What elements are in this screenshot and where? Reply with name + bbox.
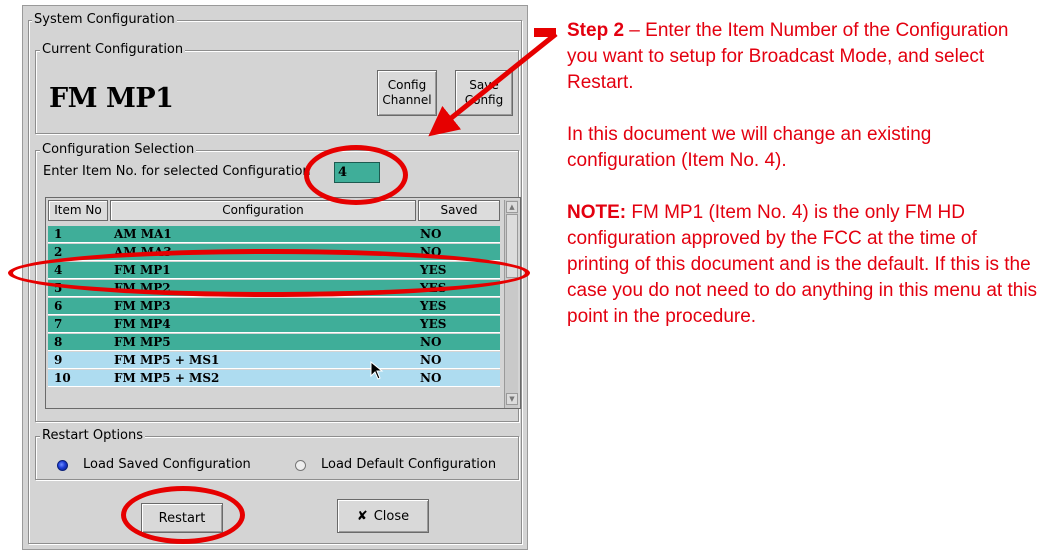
load-saved-label: Load Saved Configuration bbox=[83, 457, 251, 472]
column-header-saved[interactable]: Saved bbox=[418, 200, 500, 221]
row-item-no: 4 bbox=[54, 263, 63, 277]
table-scrollbar[interactable]: ▲ ▼ bbox=[504, 200, 518, 408]
row-saved: NO bbox=[420, 371, 442, 385]
load-saved-radio[interactable] bbox=[57, 460, 68, 471]
scroll-down-icon[interactable]: ▼ bbox=[506, 393, 518, 405]
system-configuration-dialog: System Configuration Current Configurati… bbox=[22, 5, 528, 550]
configuration-selection-legend: Configuration Selection bbox=[40, 142, 197, 158]
row-configuration: FM MP3 bbox=[114, 299, 171, 313]
row-configuration: FM MP5 + MS2 bbox=[114, 371, 220, 385]
load-default-label: Load Default Configuration bbox=[321, 457, 497, 472]
save-config-button[interactable]: Save Config bbox=[455, 70, 513, 116]
row-configuration: FM MP5 + MS1 bbox=[114, 353, 220, 367]
row-saved: YES bbox=[420, 281, 447, 295]
save-config-label-1: Save bbox=[469, 78, 499, 92]
item-number-field[interactable]: 4 bbox=[334, 162, 380, 183]
table-row[interactable]: 9 FM MP5 + MS1 NO bbox=[48, 352, 500, 369]
row-configuration: FM MP1 bbox=[114, 263, 171, 277]
arrow-tail bbox=[534, 28, 556, 37]
close-label: Close bbox=[373, 508, 410, 524]
row-configuration: AM MA3 bbox=[114, 245, 172, 259]
step-text: – Enter the Item Number of the Configura… bbox=[567, 20, 1009, 93]
table-row[interactable]: 2 AM MA3 NO bbox=[48, 244, 500, 261]
note-label: NOTE: bbox=[567, 202, 627, 223]
note-text: FM MP1 (Item No. 4) is the only FM HD co… bbox=[567, 202, 1038, 327]
instructions-text: Step 2 – Enter the Item Number of the Co… bbox=[567, 18, 1042, 356]
mouse-cursor-icon bbox=[370, 361, 384, 380]
row-item-no: 9 bbox=[54, 353, 63, 367]
row-item-no: 2 bbox=[54, 245, 63, 259]
close-icon: ✘ bbox=[356, 508, 368, 524]
enter-item-label: Enter Item No. for selected Configuratio… bbox=[43, 164, 311, 179]
table-row[interactable]: 1 AM MA1 NO bbox=[48, 226, 500, 243]
row-item-no: 6 bbox=[54, 299, 63, 313]
row-item-no: 10 bbox=[54, 371, 71, 385]
restart-button[interactable]: Restart bbox=[141, 503, 223, 533]
row-saved: NO bbox=[420, 335, 442, 349]
configuration-table: Item No Configuration Saved 1 AM MA1 NO 2 AM… bbox=[45, 197, 521, 409]
restart-options-legend: Restart Options bbox=[40, 428, 146, 444]
change-paragraph: In this document we will change an exist… bbox=[567, 124, 932, 171]
table-row[interactable]: 7 FM MP4 YES bbox=[48, 316, 500, 333]
row-saved: NO bbox=[420, 353, 442, 367]
row-configuration: FM MP5 bbox=[114, 335, 171, 349]
table-row[interactable]: 6 FM MP3 YES bbox=[48, 298, 500, 315]
step-paragraph: Step 2 – Enter the Item Number of the Co… bbox=[567, 18, 1042, 96]
restart-label: Restart bbox=[158, 510, 206, 526]
column-header-item-no[interactable]: Item No bbox=[48, 200, 108, 221]
table-row[interactable]: 8 FM MP5 NO bbox=[48, 334, 500, 351]
table-row[interactable]: 5 FM MP2 YES bbox=[48, 280, 500, 297]
current-configuration-legend: Current Configuration bbox=[40, 42, 186, 58]
row-saved: YES bbox=[420, 317, 447, 331]
row-item-no: 1 bbox=[54, 227, 63, 241]
scroll-up-icon[interactable]: ▲ bbox=[506, 201, 518, 213]
table-row[interactable]: 10 FM MP5 + MS2 NO bbox=[48, 370, 500, 387]
save-config-label-2: Config bbox=[464, 93, 504, 107]
system-configuration-legend: System Configuration bbox=[32, 12, 177, 28]
row-item-no: 7 bbox=[54, 317, 63, 331]
config-channel-button[interactable]: Config Channel bbox=[377, 70, 437, 116]
row-saved: NO bbox=[420, 227, 442, 241]
row-configuration: AM MA1 bbox=[114, 227, 172, 241]
config-channel-label-2: Channel bbox=[382, 93, 432, 107]
scroll-thumb[interactable] bbox=[506, 214, 518, 278]
row-item-no: 5 bbox=[54, 281, 63, 295]
table-header: Item No Configuration Saved bbox=[46, 198, 500, 223]
column-header-configuration[interactable]: Configuration bbox=[110, 200, 416, 221]
note-paragraph: NOTE: FM MP1 (Item No. 4) is the only FM… bbox=[567, 200, 1042, 330]
row-configuration: FM MP4 bbox=[114, 317, 171, 331]
row-saved: YES bbox=[420, 299, 447, 313]
close-button[interactable]: ✘ Close bbox=[337, 499, 429, 533]
current-configuration-name: FM MP1 bbox=[49, 83, 174, 114]
row-saved: NO bbox=[420, 245, 442, 259]
step-label: Step 2 bbox=[567, 20, 625, 41]
row-saved: YES bbox=[420, 263, 447, 277]
row-configuration: FM MP2 bbox=[114, 281, 171, 295]
load-default-radio[interactable] bbox=[295, 460, 306, 471]
config-channel-label-1: Config bbox=[387, 78, 427, 92]
table-row[interactable]: 4 FM MP1 YES bbox=[48, 262, 500, 279]
row-item-no: 8 bbox=[54, 335, 63, 349]
